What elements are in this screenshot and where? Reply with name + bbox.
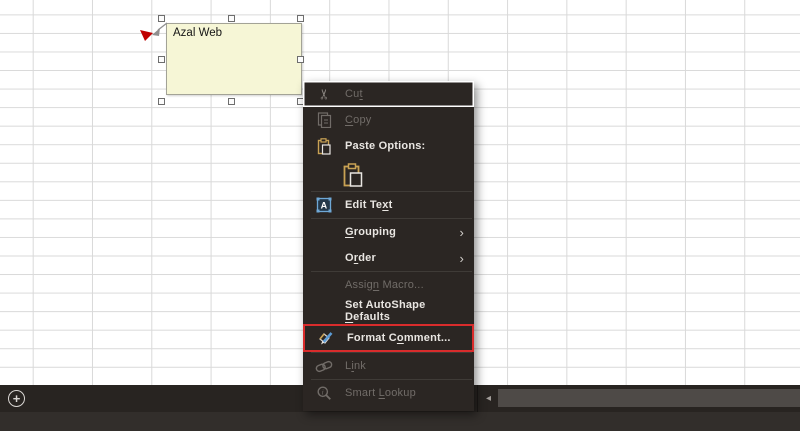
- empty-icon-slot: [315, 223, 333, 241]
- status-bar: [0, 412, 800, 431]
- link-icon: [315, 357, 333, 375]
- menu-item-paste-options[interactable]: Paste Options:: [303, 133, 474, 159]
- copy-icon: [315, 111, 333, 129]
- menu-item-label: Cut: [345, 88, 363, 100]
- menu-item-label: Paste Options:: [345, 140, 426, 152]
- search-icon: i: [315, 384, 333, 402]
- excel-window: Azal Web ✂ Cut Copy Paste Options: A Edi…: [0, 0, 800, 431]
- menu-item-copy[interactable]: Copy: [303, 107, 474, 133]
- menu-item-label: Link: [345, 360, 367, 372]
- svg-text:i: i: [322, 388, 324, 397]
- menu-item-label: Grouping: [345, 226, 397, 238]
- plus-icon: +: [12, 391, 21, 406]
- selection-handle-bottom-left[interactable]: [158, 98, 165, 105]
- menu-item-label: Edit Text: [345, 199, 393, 211]
- empty-icon-slot: [315, 276, 333, 294]
- leader-arrowhead-icon: [152, 28, 160, 36]
- comment-indicator-icon: [140, 30, 153, 41]
- menu-item-cut[interactable]: ✂ Cut: [303, 81, 474, 107]
- menu-item-label: Set AutoShape Defaults: [345, 299, 426, 323]
- selection-handle-top-left[interactable]: [158, 15, 165, 22]
- paste-icon: [341, 162, 365, 188]
- menu-item-order[interactable]: Order ›: [303, 245, 474, 271]
- menu-item-grouping[interactable]: Grouping ›: [303, 219, 474, 245]
- horizontal-scrollbar-thumb[interactable]: [498, 389, 800, 407]
- context-menu: ✂ Cut Copy Paste Options: A Edit Text Gr…: [303, 81, 474, 411]
- chevron-right-icon: ›: [459, 250, 464, 266]
- empty-icon-slot: [315, 302, 333, 320]
- comment-leader-arrow: [140, 22, 168, 41]
- menu-item-label: Format Comment...: [347, 332, 451, 344]
- menu-item-smart-lookup[interactable]: i Smart Lookup: [303, 380, 474, 406]
- menu-item-format-comment[interactable]: Format Comment...: [303, 324, 474, 352]
- menu-item-link[interactable]: Link: [303, 353, 474, 379]
- chevron-right-icon: ›: [459, 224, 464, 240]
- clipboard-icon: [315, 137, 333, 155]
- triangle-left-icon: ◂: [485, 393, 492, 404]
- edit-text-icon: A: [315, 196, 333, 214]
- selection-handle-middle-left[interactable]: [158, 56, 165, 63]
- comment-box[interactable]: Azal Web: [166, 23, 302, 95]
- menu-item-label: Assign Macro...: [345, 279, 424, 291]
- empty-icon-slot: [315, 249, 333, 267]
- selection-handle-top-middle[interactable]: [228, 15, 235, 22]
- scissors-icon: ✂: [316, 88, 332, 100]
- menu-item-label: Order: [345, 252, 376, 264]
- menu-item-set-autoshape-defaults[interactable]: Set AutoShape Defaults: [303, 298, 474, 324]
- selection-handle-top-right[interactable]: [297, 15, 304, 22]
- format-comment-icon: [317, 329, 335, 347]
- comment-text: Azal Web: [173, 27, 223, 39]
- selection-handle-bottom-middle[interactable]: [228, 98, 235, 105]
- add-sheet-button[interactable]: +: [8, 390, 25, 407]
- menu-item-label: Copy: [345, 114, 372, 126]
- menu-item-label: Smart Lookup: [345, 387, 416, 399]
- menu-item-paste[interactable]: [303, 159, 474, 191]
- svg-text:A: A: [321, 201, 328, 211]
- selection-handle-middle-right[interactable]: [297, 56, 304, 63]
- scrollbar-left-arrow[interactable]: ◂: [481, 390, 496, 407]
- menu-item-assign-macro[interactable]: Assign Macro...: [303, 272, 474, 298]
- menu-item-edit-text[interactable]: A Edit Text: [303, 192, 474, 218]
- scrollbar-divider: [477, 385, 478, 412]
